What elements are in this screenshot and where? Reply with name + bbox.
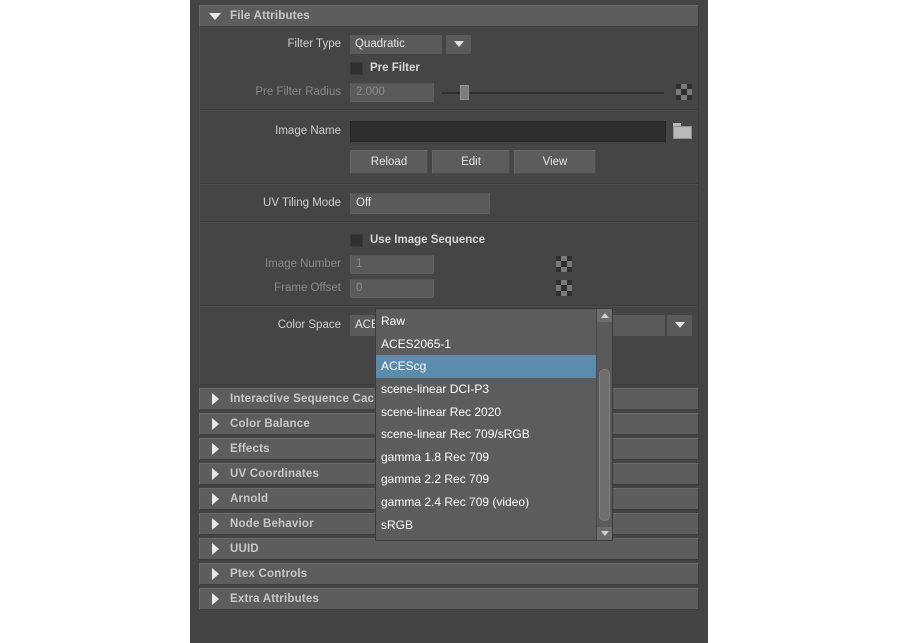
pre-filter-radius-slider[interactable] <box>434 84 670 100</box>
dropdown-item[interactable]: scene-linear Rec 709/sRGB <box>376 423 596 446</box>
section-title: UUID <box>230 543 259 555</box>
frame-offset-map-icon[interactable] <box>556 280 572 296</box>
pre-filter-checkbox[interactable] <box>350 61 363 75</box>
dropdown-item[interactable]: gamma 2.2 Rec 709 <box>376 468 596 491</box>
chevron-right-icon[interactable] <box>200 418 230 430</box>
scroll-down-arrow-icon[interactable] <box>597 527 612 540</box>
image-sequence-group: Use Image Sequence Image Number 1 Frame … <box>200 222 698 306</box>
use-image-sequence-label: Use Image Sequence <box>370 234 486 246</box>
label-filter-type: Filter Type <box>287 38 341 50</box>
pre-filter-radius-input[interactable]: 2.000 <box>350 82 434 102</box>
pre-filter-label: Pre Filter <box>370 62 420 74</box>
dropdown-item[interactable]: ACES2065-1 <box>376 333 596 356</box>
chevron-down-icon <box>674 322 685 328</box>
dropdown-item[interactable]: ACEScg <box>376 355 596 378</box>
label-image-name: Image Name <box>275 125 341 137</box>
label-pre-filter-radius: Pre Filter Radius <box>255 86 341 98</box>
section-title: UV Coordinates <box>230 468 320 480</box>
filter-group: Filter Type Quadratic Pre Filter Pre Fil… <box>200 27 698 110</box>
section-title: Extra Attributes <box>230 593 320 605</box>
filter-type-option-menu[interactable]: Quadratic <box>350 34 471 54</box>
section-header-uuid[interactable]: UUID <box>199 538 699 560</box>
chevron-right-icon[interactable] <box>200 468 230 480</box>
chevron-right-icon[interactable] <box>200 443 230 455</box>
use-image-sequence-checkbox[interactable] <box>350 233 363 247</box>
section-header-file-attributes[interactable]: File Attributes <box>199 5 699 27</box>
image-number-input[interactable]: 1 <box>350 254 434 274</box>
label-image-number: Image Number <box>264 258 341 270</box>
uv-tiling-mode-value[interactable]: Off <box>350 192 490 214</box>
section-title: Node Behavior <box>230 518 314 530</box>
frame-offset-input[interactable]: 0 <box>350 278 434 298</box>
row-uv-tiling-mode: UV Tiling Mode Off <box>200 190 698 216</box>
color-space-dropdown-popup[interactable]: Raw ACES2065-1 ACEScg scene-linear DCI-P3 sc… <box>375 308 613 541</box>
row-frame-offset: Frame Offset 0 <box>200 276 698 300</box>
dropdown-item[interactable]: gamma 2.4 Rec 709 (video) <box>376 491 596 514</box>
chevron-right-icon[interactable] <box>200 493 230 505</box>
section-title: Color Balance <box>230 418 310 430</box>
image-number-map-icon[interactable] <box>556 256 572 272</box>
slider-track[interactable] <box>442 84 664 100</box>
row-filter-type: Filter Type Quadratic <box>200 32 698 56</box>
slider-line <box>442 91 664 94</box>
section-title: Effects <box>230 443 270 455</box>
section-title: Interactive Sequence Caching <box>230 393 400 405</box>
screenshot-root: File Attributes Filter Type Quadratic Pr… <box>0 0 900 643</box>
image-name-group: Image Name Reload Edit View <box>200 110 698 184</box>
row-pre-filter: Pre Filter <box>200 56 698 80</box>
color-space-dropdown-list[interactable]: Raw ACES2065-1 ACEScg scene-linear DCI-P3 sc… <box>376 309 596 540</box>
dropdown-item[interactable]: gamma 1.8 Rec 709 <box>376 446 596 469</box>
chevron-right-icon[interactable] <box>200 393 230 405</box>
dropdown-item[interactable]: Raw <box>376 310 596 333</box>
row-file-buttons: Reload Edit View <box>200 146 698 178</box>
row-image-name: Image Name <box>200 116 698 146</box>
chevron-right-icon[interactable] <box>200 543 230 555</box>
section-header-ptex-controls[interactable]: Ptex Controls <box>199 563 699 585</box>
filter-type-value[interactable]: Quadratic <box>350 34 442 54</box>
use-image-sequence-checkbox-wrap[interactable]: Use Image Sequence <box>350 233 486 247</box>
chevron-right-icon[interactable] <box>200 593 230 605</box>
color-space-dropdown-button[interactable] <box>667 314 692 336</box>
label-uv-tiling-mode: UV Tiling Mode <box>263 197 341 209</box>
view-button[interactable]: View <box>514 150 596 174</box>
edit-button[interactable]: Edit <box>432 150 510 174</box>
row-use-image-sequence: Use Image Sequence <box>200 228 698 252</box>
section-title: Ptex Controls <box>230 568 308 580</box>
section-title-file-attributes: File Attributes <box>230 10 310 22</box>
dropdown-item[interactable]: sRGB <box>376 513 596 536</box>
uv-tiling-group: UV Tiling Mode Off <box>200 184 698 222</box>
chevron-right-icon[interactable] <box>200 568 230 580</box>
label-frame-offset: Frame Offset <box>274 282 341 294</box>
row-image-number: Image Number 1 <box>200 252 698 276</box>
section-title: Arnold <box>230 493 269 505</box>
map-button-icon[interactable] <box>676 84 692 100</box>
image-name-input[interactable] <box>350 120 666 142</box>
folder-browse-icon[interactable] <box>673 123 692 139</box>
scroll-up-arrow-icon[interactable] <box>597 309 612 322</box>
dropdown-item[interactable]: scene-linear DCI-P3 <box>376 378 596 401</box>
chevron-right-icon[interactable] <box>200 518 230 530</box>
dropdown-scrollbar[interactable] <box>596 309 612 540</box>
filter-type-dropdown-button[interactable] <box>446 34 471 54</box>
row-pre-filter-radius: Pre Filter Radius 2.000 <box>200 80 698 104</box>
label-color-space: Color Space <box>277 319 341 331</box>
pre-filter-checkbox-wrap[interactable]: Pre Filter <box>350 61 420 75</box>
scrollbar-thumb[interactable] <box>599 369 610 521</box>
chevron-down-icon[interactable] <box>200 12 230 20</box>
section-header-extra-attributes[interactable]: Extra Attributes <box>199 588 699 610</box>
slider-handle[interactable] <box>459 84 469 100</box>
dropdown-item[interactable]: scene-linear Rec 2020 <box>376 400 596 423</box>
reload-button[interactable]: Reload <box>350 150 428 174</box>
chevron-down-icon <box>453 41 464 47</box>
